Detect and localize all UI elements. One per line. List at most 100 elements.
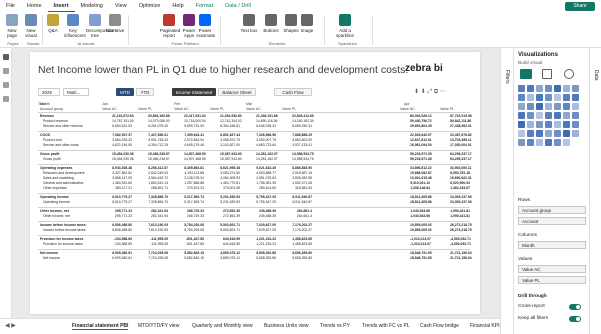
visual-type-icon[interactable] (563, 112, 570, 119)
visual-type-icon[interactable] (536, 85, 543, 92)
visual-type-icon[interactable] (518, 112, 525, 119)
cross-report-toggle[interactable] (569, 304, 581, 310)
ribbon-button-text-box[interactable]: Text box (240, 14, 258, 33)
visual-type-icon[interactable] (527, 85, 534, 92)
visual-type-icon[interactable] (554, 94, 561, 101)
visual-type-icon[interactable] (518, 94, 525, 101)
visual-type-icon[interactable] (527, 121, 534, 128)
ribbon-tab-format[interactable]: Format (190, 0, 219, 12)
visual-type-icon[interactable] (545, 130, 552, 137)
visual-type-icon[interactable] (518, 121, 525, 128)
ribbon-button-buttons[interactable]: Buttons (262, 14, 280, 33)
data-pane-collapsed[interactable]: Data (589, 48, 601, 334)
visual-type-icon[interactable] (554, 121, 561, 128)
table-row[interactable]: Other income, net 295,771.23 282,341.54 266… (38, 214, 470, 219)
visual-type-icon[interactable] (536, 94, 543, 101)
ytd-button[interactable]: YTD (136, 88, 154, 96)
cash-flow-button[interactable]: Cash Flow (274, 88, 312, 96)
ribbon-button-new-page[interactable]: New page (3, 14, 21, 38)
visual-type-icon[interactable] (527, 103, 534, 110)
visual-type-grid[interactable] (518, 85, 586, 146)
ribbon-button-key-influencers[interactable]: Key influencers (64, 14, 86, 38)
rows-field-1[interactable]: Account group (518, 206, 586, 214)
ribbon-tab-file[interactable]: File (0, 0, 21, 12)
visual-type-icon[interactable] (554, 130, 561, 137)
visual-type-icon[interactable] (572, 103, 579, 110)
visual-type-icon[interactable] (572, 130, 579, 137)
tab-nav-icons[interactable]: ◀ ▶ (5, 322, 16, 329)
ribbon-tab-data-drill[interactable]: Data / Drill (219, 0, 257, 12)
share-button[interactable]: Share (565, 2, 595, 11)
page-tab[interactable]: Business Units view (264, 323, 308, 329)
visual-type-icon[interactable] (527, 112, 534, 119)
table-row[interactable]: Operating income 6,510,779.27 7,328,866.70… (38, 200, 472, 205)
dax-query-icon[interactable] (3, 96, 9, 102)
visual-type-icon[interactable] (572, 85, 579, 92)
visual-type-icon[interactable] (554, 112, 561, 119)
ribbon-tab-home[interactable]: Home (21, 0, 48, 12)
page-tab[interactable]: MTD/YTD/FY view (138, 323, 179, 329)
filters-pane-collapsed[interactable]: Filters (500, 48, 513, 334)
table-row[interactable]: Gross profit 15,454,030.06 15,466,238.57 14… (38, 157, 472, 162)
build-visual-icon[interactable] (520, 69, 532, 79)
ribbon-button-add-a-sparkline[interactable]: Add a sparkline (336, 14, 354, 38)
year-slicer[interactable]: 2025 (38, 88, 60, 96)
ribbon-tab-view[interactable]: View (109, 0, 133, 12)
visual-type-icon[interactable] (518, 103, 525, 110)
page-tab[interactable]: Trends with FC vs PL (362, 323, 410, 329)
visual-type-icon[interactable] (545, 103, 552, 110)
visual-type-icon[interactable] (527, 139, 534, 146)
ribbon-button-q&a[interactable]: Q&A (44, 14, 62, 33)
ribbon-button-paginated-report[interactable]: Paginated report (160, 14, 180, 38)
visual-type-icon[interactable] (545, 139, 552, 146)
ribbon-tab-optimize[interactable]: Optimize (133, 0, 167, 12)
columns-field-1[interactable]: Month (518, 241, 586, 249)
table-row[interactable]: Service and other revenue 6,554,522.03 6,2… (38, 124, 472, 129)
visual-type-icon[interactable] (563, 85, 570, 92)
table-row[interactable]: Income before income taxes 6,806,488.80 7,… (38, 228, 472, 233)
income-statement-button[interactable]: Income Statement (172, 88, 216, 96)
page-tab[interactable]: Financial statement PBI (72, 323, 129, 330)
visual-type-icon[interactable] (545, 121, 552, 128)
ribbon-tab-modeling[interactable]: Modeling (75, 0, 109, 12)
visual-type-icon[interactable] (536, 130, 543, 137)
page-tab[interactable]: Cash Flow bridge (420, 323, 459, 329)
visual-type-icon[interactable] (572, 121, 579, 128)
visual-type-icon[interactable] (554, 103, 561, 110)
visual-type-icon[interactable] (545, 94, 552, 101)
visual-type-icon[interactable] (518, 130, 525, 137)
values-field-2[interactable]: Value PL (518, 276, 586, 284)
visual-type-icon[interactable] (536, 112, 543, 119)
visual-type-icon[interactable] (563, 121, 570, 128)
visual-type-icon[interactable] (536, 121, 543, 128)
visual-type-icon[interactable] (563, 139, 570, 146)
table-row[interactable]: Service and other costs 4,622,154.55 4,394… (38, 143, 472, 148)
visual-type-icon[interactable] (572, 112, 579, 119)
ribbon-button-power-automate[interactable]: Power Automate (196, 14, 215, 38)
ribbon-tab-help[interactable]: Help (166, 0, 189, 12)
table-row[interactable]: Provision for income taxes -104,988.89 -11… (38, 242, 471, 247)
visual-header-icons[interactable]: ⬇ ⬇ ⤢ ⧉ ⋯ (414, 88, 446, 96)
ribbon-button-image[interactable]: Image (298, 14, 316, 33)
visual-type-icon[interactable] (518, 139, 525, 146)
values-field-1[interactable]: Value AC (518, 265, 586, 273)
page-tab[interactable]: Financial KPIs (470, 323, 502, 329)
table-row[interactable]: Net income 6,909,480.61 7,724,295.08 5,582,… (38, 256, 472, 261)
visual-type-icon[interactable] (527, 130, 534, 137)
mtd-button[interactable]: MTD (116, 88, 134, 96)
visual-type-icon[interactable] (563, 94, 570, 101)
ribbon-button-decomposition-tree[interactable]: Decomposition tree (86, 14, 116, 38)
month-slicer[interactable]: Multi... (63, 88, 89, 96)
ribbon-button-narrative[interactable]: Narrative (106, 14, 124, 33)
visual-type-icon[interactable] (563, 130, 570, 137)
visual-type-icon[interactable] (572, 94, 579, 101)
format-visual-icon[interactable] (542, 69, 552, 79)
visual-type-icon[interactable] (545, 112, 552, 119)
report-view-icon[interactable] (3, 54, 9, 60)
visual-type-icon[interactable] (554, 139, 561, 146)
table-row[interactable]: Other expenses 389,117.21 288,891.71 279,51… (38, 186, 470, 191)
table-view-icon[interactable] (3, 68, 9, 74)
keep-filters-toggle[interactable] (569, 316, 581, 322)
visual-type-icon[interactable] (545, 85, 552, 92)
ribbon-button-new-visual[interactable]: New visual (22, 14, 40, 38)
